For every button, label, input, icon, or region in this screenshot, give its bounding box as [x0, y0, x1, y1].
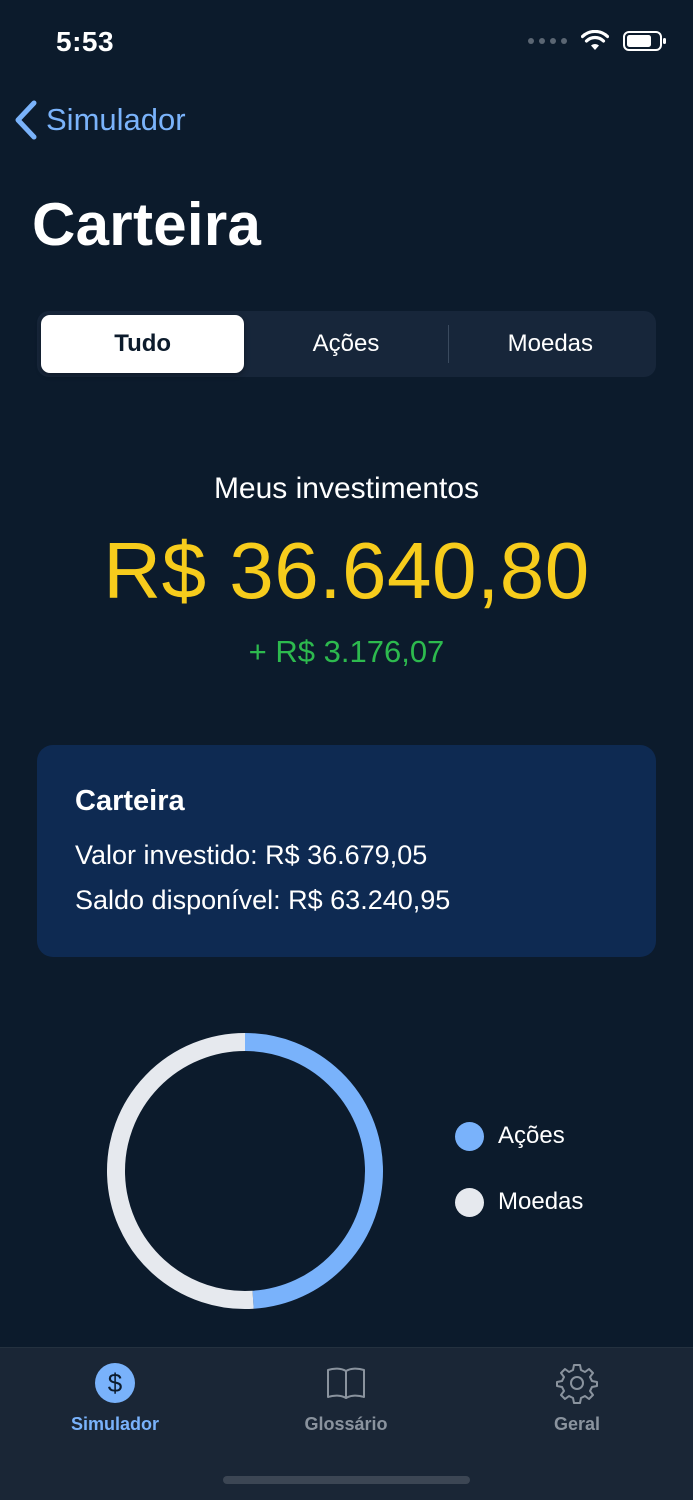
segment-moedas[interactable]: Moedas — [449, 315, 652, 373]
investments-change: + R$ 3.176,07 — [248, 634, 445, 669]
legend-item-acoes: Ações — [455, 1120, 583, 1152]
status-icons — [528, 30, 667, 52]
invested-value: Valor investido: R$ 36.679,05 — [75, 840, 428, 870]
battery-icon — [623, 31, 666, 51]
tab-glossario[interactable]: Glossário — [276, 1362, 416, 1435]
investments-label: Meus investimentos — [213, 472, 480, 505]
gear-icon — [556, 1364, 598, 1404]
donut-slice-acoes — [244, 1033, 383, 1309]
book-icon — [327, 1367, 365, 1399]
tab-geral[interactable]: Geral — [507, 1362, 647, 1435]
tab-label-geral: Geral — [553, 1414, 601, 1434]
legend-dot-moedas — [455, 1187, 484, 1217]
allocation-chart: Ações Moedas — [0, 1020, 693, 1320]
segment-acoes[interactable]: Ações — [244, 315, 447, 373]
donut-slice-moedas — [107, 1033, 254, 1309]
back-button[interactable]: Simulador — [14, 100, 186, 140]
status-bar: 5:53 — [0, 0, 693, 88]
legend-label-acoes: Ações — [498, 1122, 565, 1149]
wifi-icon — [581, 30, 609, 50]
tab-label-glossario: Glossário — [304, 1414, 388, 1434]
signal-icon — [528, 38, 567, 44]
home-indicator — [223, 1476, 470, 1484]
tab-simulador[interactable]: $ Simulador — [45, 1362, 185, 1435]
card-title: Carteira — [75, 785, 185, 817]
available-balance: Saldo disponível: R$ 63.240,95 — [75, 885, 451, 915]
chart-legend: Ações Moedas — [455, 1120, 583, 1252]
portfolio-card: Carteira Valor investido: R$ 36.679,05 S… — [37, 745, 656, 957]
back-button-label: Simulador — [46, 102, 186, 137]
legend-label-moedas: Moedas — [498, 1188, 584, 1215]
dollar-icon: $ — [95, 1363, 135, 1403]
investments-total: R$ 36.640,80 — [103, 526, 590, 615]
page-title: Carteira — [32, 191, 262, 258]
svg-text:$: $ — [108, 1368, 123, 1398]
tab-label-simulador: Simulador — [70, 1414, 159, 1434]
donut-chart — [107, 1033, 383, 1309]
legend-dot-acoes — [455, 1121, 484, 1151]
status-time: 5:53 — [56, 26, 115, 57]
segment-tudo[interactable]: Tudo — [41, 315, 245, 373]
legend-item-moedas: Moedas — [455, 1186, 583, 1218]
chevron-left-icon — [15, 100, 37, 140]
segmented-control: Tudo Ações Moedas — [37, 311, 656, 377]
